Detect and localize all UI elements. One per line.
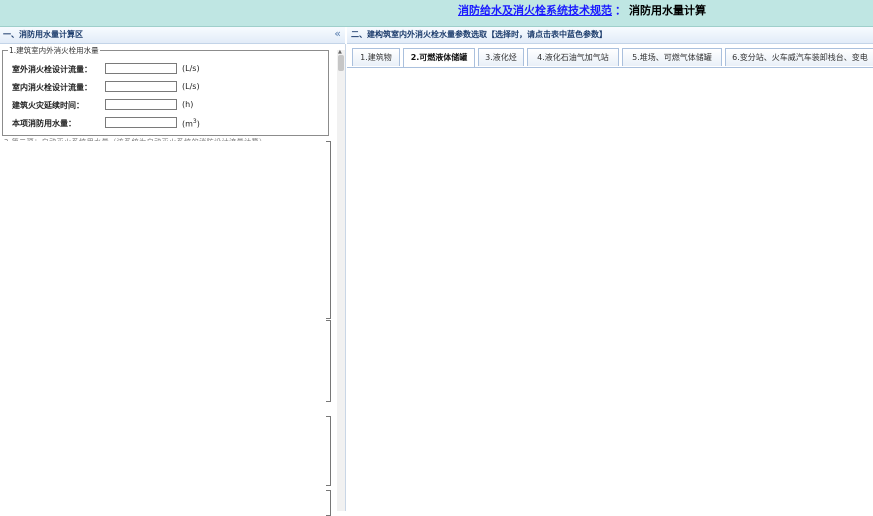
right-panel-title: 二、建构筑室内外消火栓水量参数选取【选择时，请点击表中蓝色参数】 (351, 30, 607, 39)
tab-flammable-liquid-tanks[interactable]: 2.可燃液体储罐 (403, 48, 475, 67)
spec-link[interactable]: 消防给水及消火栓系统技术规范 (458, 4, 612, 17)
category-tabs: 1.建筑物 2.可燃液体储罐 3.液化烃 4.液化石油气加气站 5.堆场、可燃气… (347, 45, 873, 68)
tab-liquefied-hydrocarbon[interactable]: 3.液化烃 (478, 48, 524, 66)
left-scrollbar[interactable]: ▲ (337, 50, 345, 511)
collapse-icon[interactable]: « (334, 27, 341, 40)
left-panel-title: 一、消防用水量计算区 (3, 30, 83, 39)
title-separator: ： (615, 4, 626, 17)
left-panel-header: 一、消防用水量计算区 « (0, 27, 345, 44)
right-panel-header: 二、建构筑室内外消火栓水量参数选取【选择时，请点击表中蓝色参数】 (347, 27, 873, 44)
truncated-section-heading: 2.第二项：自动灭火系统用水量（该系统为自动灭火系统的消防设计流量计算） (4, 137, 267, 141)
page-title: 消防用水量计算 (629, 4, 706, 17)
indoor-flow-label: 室内消火栓设计流量： (12, 83, 92, 92)
section-frame (326, 416, 331, 486)
indoor-flow-unit: (L/s) (182, 82, 200, 91)
outdoor-flow-label: 室外消火栓设计流量： (12, 65, 92, 74)
outdoor-flow-unit: (L/s) (182, 64, 200, 73)
outdoor-flow-input[interactable] (105, 63, 177, 74)
water-volume-label: 本项消防用水量： (12, 119, 76, 128)
fire-duration-input[interactable] (105, 99, 177, 110)
section-frame (326, 141, 331, 319)
left-panel-body: 1.建筑室内外消火栓用水量 室外消火栓设计流量： (L/s) 室内消火栓设计流量… (0, 44, 346, 516)
header-title: 消防给水及消火栓系统技术规范：消防用水量计算 (458, 4, 706, 18)
tab-yard-gas-tanks[interactable]: 5.堆场、可燃气体储罐 (622, 48, 722, 66)
group-legend: 1.建筑室内外消火栓用水量 (8, 45, 100, 56)
fire-duration-label: 建筑火灾延续时间： (12, 101, 84, 110)
section-frame (326, 320, 331, 402)
section-frame (326, 490, 331, 516)
fire-duration-unit: (h) (182, 100, 194, 109)
tab-substation-loading[interactable]: 6.变分站、火车威汽车装卸栈台、变电 (725, 48, 873, 66)
scrollbar-thumb[interactable] (338, 55, 344, 71)
water-volume-input[interactable] (105, 117, 177, 128)
water-volume-unit: (m3) (182, 118, 200, 129)
water-volume-group: 1.建筑室内外消火栓用水量 室外消火栓设计流量： (L/s) 室内消火栓设计流量… (2, 45, 329, 136)
tab-lpg-station[interactable]: 4.液化石油气加气站 (527, 48, 619, 66)
indoor-flow-input[interactable] (105, 81, 177, 92)
app-header: 消防给水及消火栓系统技术规范：消防用水量计算 (0, 0, 873, 27)
tab-buildings[interactable]: 1.建筑物 (352, 48, 400, 66)
